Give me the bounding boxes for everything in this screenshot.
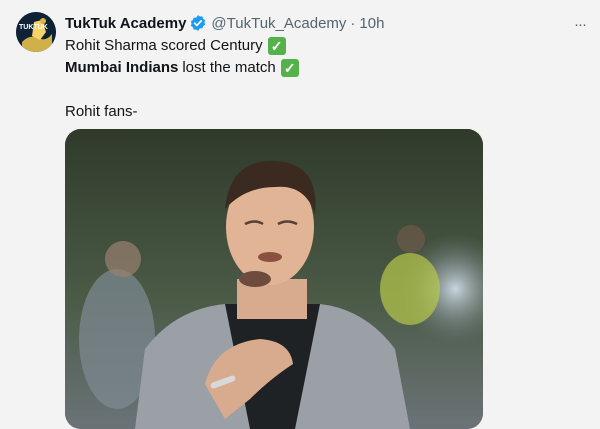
tweet-line-3: Rohit fans-	[65, 101, 565, 123]
separator-dot: ·	[350, 14, 356, 32]
author-avatar[interactable]: TUKTUK	[16, 12, 56, 52]
tweet-header: TukTuk Academy @TukTuk_Academy · 10h	[65, 12, 384, 34]
check-mark-button-icon: ✓	[280, 59, 299, 77]
more-options-button[interactable]: ···	[568, 14, 592, 34]
tweet-line-1-text: Rohit Sharma scored Century	[65, 37, 263, 54]
tweet-line-2-text: lost the match	[182, 59, 276, 76]
verified-badge-icon	[189, 14, 207, 32]
tweet-card[interactable]: TUKTUK TukTuk Academy @TukTuk_Academy · …	[0, 0, 600, 429]
tweet-line-3-text: Rohit fans-	[65, 103, 138, 120]
tweet-media-photo[interactable]	[65, 129, 483, 429]
academy-logo-icon: TUKTUK	[16, 12, 56, 52]
more-horizontal-icon: ···	[574, 15, 587, 33]
author-handle[interactable]: @TukTuk_Academy	[211, 15, 346, 32]
check-mark-button-icon: ✓	[267, 37, 286, 55]
tweet-line-2: Mumbai Indians lost the match ✓	[65, 57, 565, 79]
tweet-timestamp[interactable]: 10h	[359, 15, 384, 32]
tweet-line-2-bold: Mumbai Indians	[65, 59, 179, 76]
author-name[interactable]: TukTuk Academy	[65, 15, 186, 32]
avatar-logo-text: TUKTUK	[19, 24, 48, 31]
tweet-line-1: Rohit Sharma scored Century ✓	[65, 35, 565, 57]
tweet-text: Rohit Sharma scored Century ✓ Mumbai Ind…	[65, 35, 565, 123]
meme-photo-image	[65, 129, 483, 429]
